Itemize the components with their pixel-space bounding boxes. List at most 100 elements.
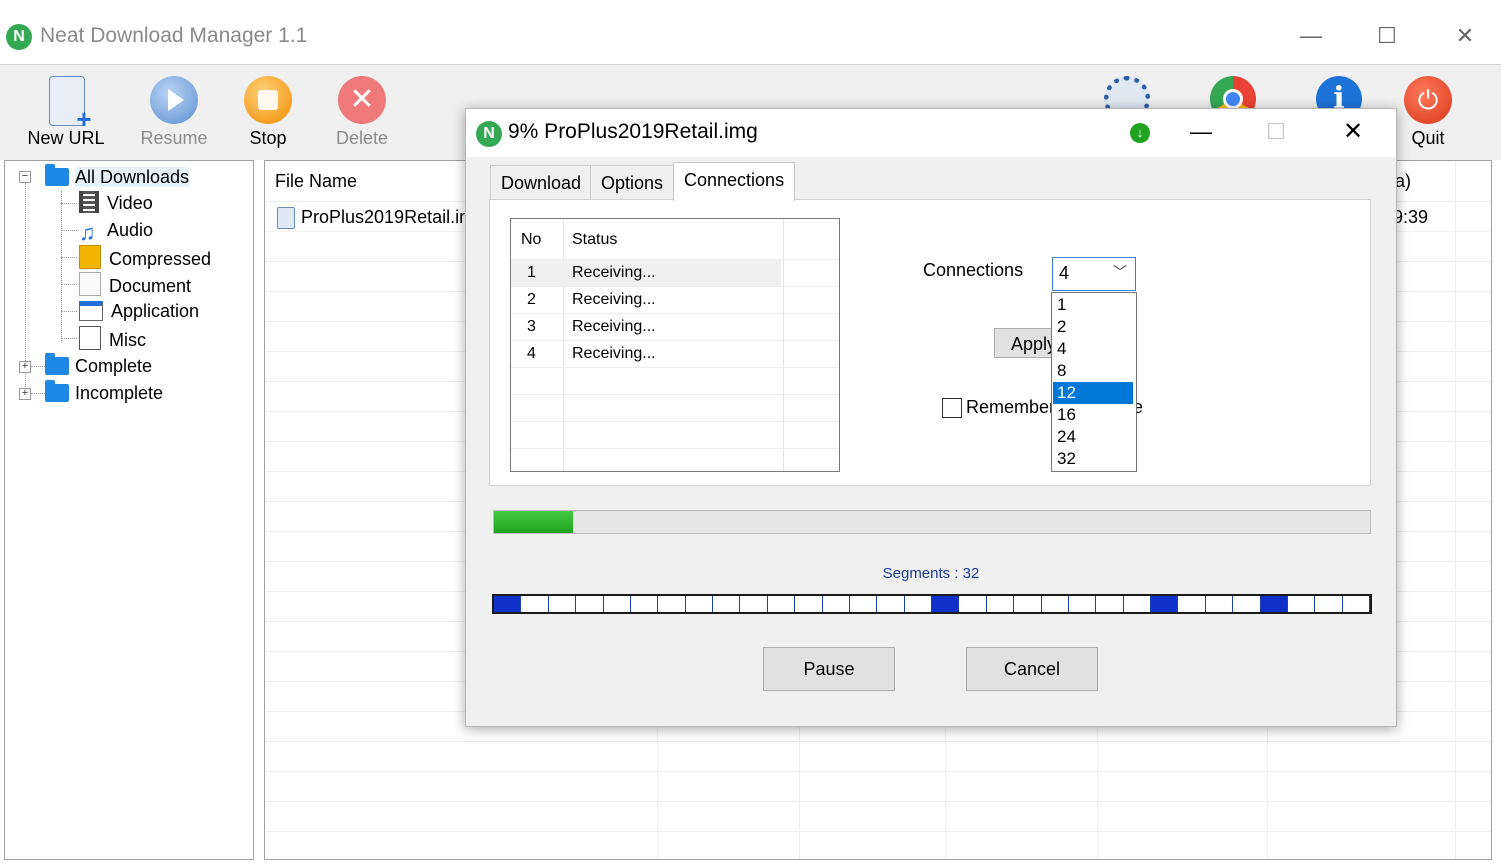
option-16[interactable]: 16 xyxy=(1053,404,1133,426)
quit-label: Quit xyxy=(1411,128,1445,148)
connections-value: 4 xyxy=(1059,263,1070,283)
option-8[interactable]: 8 xyxy=(1053,360,1133,382)
dialog-title: 9% ProPlus2019Retail.img xyxy=(508,120,758,143)
archive-icon xyxy=(79,245,101,269)
close-button[interactable]: ✕ xyxy=(1445,20,1485,52)
dialog-minimize-button[interactable]: — xyxy=(1186,117,1216,147)
delete-button[interactable]: ✕ Delete xyxy=(320,72,404,152)
segment-cell xyxy=(795,596,823,612)
app-logo-icon: N xyxy=(476,121,502,147)
tree-item-video[interactable]: Video xyxy=(79,191,153,215)
new-url-button[interactable]: + New URL xyxy=(24,72,108,152)
expand-toggle[interactable]: + xyxy=(19,361,31,373)
folder-icon xyxy=(45,353,69,375)
progress-fill xyxy=(494,511,573,533)
option-32[interactable]: 32 xyxy=(1053,448,1133,470)
resume-button[interactable]: Resume xyxy=(132,72,216,152)
row-status: Receiving... xyxy=(572,345,656,362)
folder-icon xyxy=(45,164,69,186)
tree-item-audio[interactable]: ♫ Audio xyxy=(79,218,153,245)
dialog-close-button[interactable]: ✕ xyxy=(1338,117,1368,147)
column-header-partial[interactable]: a) xyxy=(1395,171,1411,192)
column-header-file-name[interactable]: File Name xyxy=(275,171,357,192)
power-icon: ⏻ xyxy=(1404,76,1452,124)
segment-cell xyxy=(1014,596,1042,612)
row-no: 3 xyxy=(527,318,536,335)
segment-cell xyxy=(658,596,686,612)
tree-label: Video xyxy=(107,193,153,213)
new-url-label: New URL xyxy=(27,128,105,148)
option-1[interactable]: 1 xyxy=(1053,294,1133,316)
tree-item-complete[interactable]: Complete xyxy=(45,353,153,378)
play-icon xyxy=(150,76,198,124)
delete-icon: ✕ xyxy=(338,76,386,124)
new-url-icon: + xyxy=(49,76,92,132)
option-24[interactable]: 24 xyxy=(1053,426,1133,448)
tree-item-compressed[interactable]: Compressed xyxy=(79,245,211,269)
cancel-button[interactable]: Cancel xyxy=(966,647,1098,691)
segment-cell xyxy=(1124,596,1151,612)
option-12[interactable]: 12 xyxy=(1053,382,1133,404)
row-no: 1 xyxy=(527,264,536,281)
folder-icon xyxy=(45,380,69,402)
pause-button[interactable]: Pause xyxy=(763,647,895,691)
tree-label: All Downloads xyxy=(75,167,190,187)
maximize-button[interactable]: ☐ xyxy=(1367,20,1407,52)
tab-download[interactable]: Download xyxy=(490,165,593,200)
music-note-icon: ♫ xyxy=(79,220,96,245)
row-file-name: ProPlus2019Retail.in xyxy=(301,207,470,227)
segment-cell xyxy=(1343,596,1370,612)
remember-checkbox[interactable] xyxy=(942,398,962,418)
segment-cell xyxy=(1261,596,1288,612)
dialog-maximize-button: ☐ xyxy=(1266,119,1286,144)
row-no: 2 xyxy=(527,291,536,308)
remember-text: Remember xyxy=(966,397,1056,417)
tab-connections[interactable]: Connections xyxy=(673,162,796,201)
table-row[interactable]: 1 Receiving... xyxy=(511,260,781,286)
tree-item-incomplete[interactable]: Incomplete xyxy=(45,380,163,405)
tree-item-application[interactable]: Application xyxy=(79,299,199,323)
film-icon xyxy=(79,191,99,213)
segment-cell xyxy=(905,596,932,612)
tree-item-document[interactable]: Document xyxy=(79,272,191,296)
quit-button[interactable]: ⏻ Quit xyxy=(1386,72,1470,152)
segment-cell xyxy=(521,596,549,612)
segment-cell xyxy=(604,596,631,612)
delete-label: Delete xyxy=(335,128,389,148)
expand-toggle[interactable]: + xyxy=(19,388,31,400)
table-row[interactable]: 2 Receiving... xyxy=(511,287,781,313)
segment-cell xyxy=(1151,596,1178,612)
tab-options[interactable]: Options xyxy=(590,165,675,200)
collapse-toggle[interactable]: − xyxy=(19,171,31,183)
minimize-button[interactable]: — xyxy=(1291,20,1331,52)
connections-table: No Status 1 Receiving... 2 Receiving... … xyxy=(510,218,840,472)
segment-cell xyxy=(1178,596,1206,612)
tree-item-misc[interactable]: Misc xyxy=(79,326,146,350)
segment-cell xyxy=(686,596,713,612)
segment-cell xyxy=(768,596,795,612)
table-row[interactable]: 4 Receiving... xyxy=(511,341,781,367)
column-header-no: No xyxy=(521,231,542,248)
connections-dropdown-list: 1 2 4 8 12 16 24 32 xyxy=(1051,292,1137,472)
tree-label: Complete xyxy=(75,356,153,376)
tree-label: Misc xyxy=(109,330,146,350)
table-row[interactable]: 3 Receiving... xyxy=(511,314,781,340)
row-status: Receiving... xyxy=(572,318,656,335)
segment-cell xyxy=(1069,596,1096,612)
category-tree: − All Downloads Video ♫ Audio Compressed … xyxy=(4,160,254,860)
option-4[interactable]: 4 xyxy=(1053,338,1133,360)
stop-button[interactable]: Stop xyxy=(226,72,310,152)
option-2[interactable]: 2 xyxy=(1053,316,1133,338)
row-status: Receiving... xyxy=(572,291,656,308)
row-no: 4 xyxy=(527,345,536,362)
connections-select[interactable]: 4 ﹀ xyxy=(1052,257,1136,291)
tree-item-all-downloads[interactable]: All Downloads xyxy=(45,164,190,189)
segment-cell xyxy=(959,596,987,612)
download-progress-dialog: N 9% ProPlus2019Retail.img ↓ — ☐ ✕ Downl… xyxy=(465,108,1397,727)
app-logo-icon: N xyxy=(6,24,32,50)
segment-cell xyxy=(576,596,604,612)
segment-cell xyxy=(494,596,521,612)
segment-cell xyxy=(1288,596,1315,612)
segment-cell xyxy=(713,596,740,612)
segments-label: Segments : 32 xyxy=(882,565,980,582)
